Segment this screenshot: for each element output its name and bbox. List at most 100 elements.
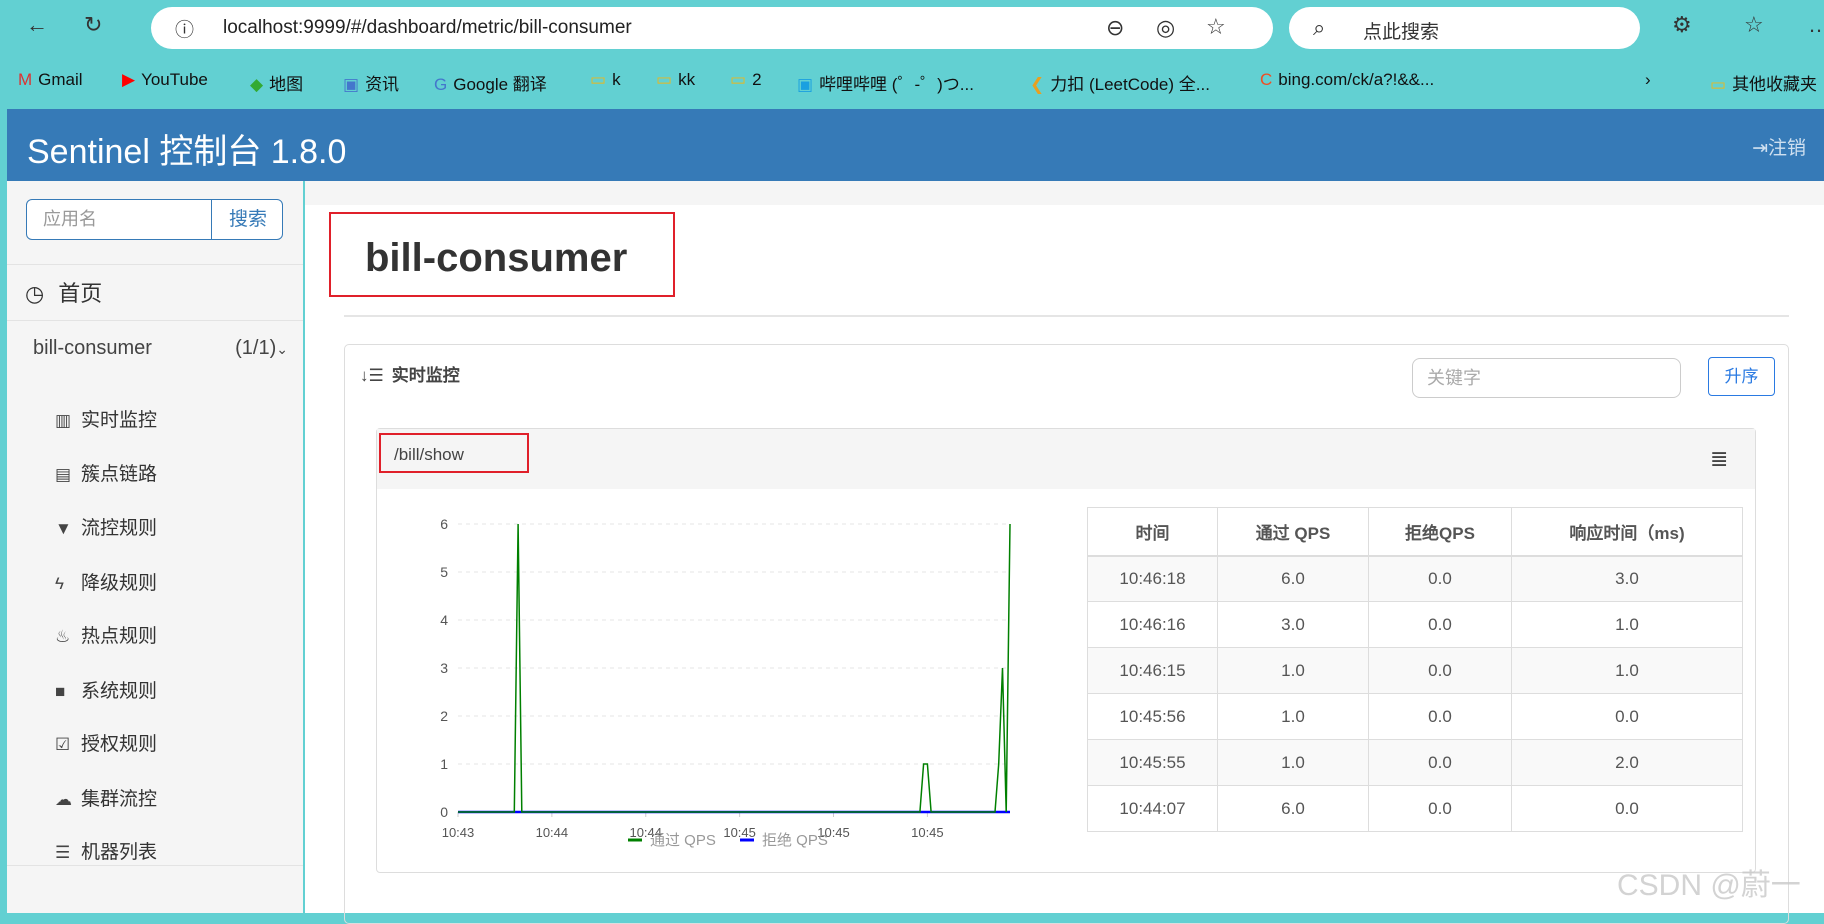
sidebar-item-5[interactable]: ■ 系统规则 [55,676,157,703]
bookmark[interactable]: ▣ 哔哩哔哩 (゜-゜)つ... [797,70,974,95]
sidebar-item-8[interactable]: ☰ 机器列表 [55,837,157,864]
brand-title: Sentinel 控制台 1.8.0 [27,133,347,171]
column-header[interactable]: 通过 QPS [1217,507,1369,557]
app-group-bill-consumer[interactable]: bill-consumer (1/1)⌄ [33,337,288,360]
table-cell: 0.0 [1511,693,1743,740]
y-tick-label: 2 [440,708,448,724]
sidebar-item-4[interactable]: ♨ 热点规则 [55,621,157,648]
bookmark[interactable]: ▭ 2 [730,70,762,90]
y-tick-label: 1 [440,756,448,772]
sidebar: 搜索 ◷首页 bill-consumer(1/1)⌄ ▥实时监控 ▤簇点链路 ▼流控… [7,181,303,913]
table-row: 10:46:18 6.0 0.0 3.0 [1087,555,1743,602]
table-cell: 0.0 [1368,739,1512,786]
page-title: bill-consumer [365,236,628,280]
extensions-icon[interactable]: ⚙ [1672,12,1692,38]
info-icon[interactable]: ⓘ [175,15,194,42]
table-cell: 1.0 [1511,647,1743,694]
bookmark-other[interactable]: ▭ 其他收藏夹 [1710,70,1817,95]
y-tick-label: 0 [440,804,448,820]
table-row: 10:45:56 1.0 0.0 0.0 [1087,693,1743,740]
bookmark[interactable]: M Gmail [18,70,83,90]
check-icon: ☑ [55,735,71,754]
table-cell: 3.0 [1217,601,1369,648]
table-cell: 10:44:07 [1087,785,1218,832]
x-tick-label: 10:45 [723,825,756,840]
table-cell: 10:46:15 [1087,647,1218,694]
table-cell: 0.0 [1368,647,1512,694]
app-search-button[interactable]: 搜索 [211,200,282,239]
table-cell: 6.0 [1217,785,1369,832]
sidebar-item-3[interactable]: ϟ 降级规则 [55,568,157,595]
x-tick-label: 10:44 [536,825,569,840]
edge-icon[interactable]: ◎ [1156,15,1175,41]
search-placeholder: 点此搜索 [1363,22,1440,43]
metrics-table: 时间 通过 QPS 拒绝QPS 响应时间（ms) 10:46:18 6.0 0.0 3.0 1… [1087,507,1743,832]
table-cell: 0.0 [1511,785,1743,832]
qps-chart: 012345610:43 10:44 10:44 10:45 10:45 10:45通过 … [440,516,1011,849]
list-alt-icon: ▤ [55,465,72,484]
y-tick-label: 3 [440,660,448,676]
bookmark[interactable]: ▣ 资讯 [343,70,399,95]
table-cell: 1.0 [1217,647,1369,694]
keyword-input[interactable] [1412,358,1681,398]
address-bar[interactable]: ⓘ localhost:9999/#/dashboard/metric/bill… [151,7,1273,49]
table-cell: 10:45:56 [1087,693,1218,740]
bookmark[interactable]: ◆ 地图 [250,70,303,95]
resource-card-header [377,429,1755,489]
y-tick-label: 5 [440,564,448,580]
y-tick-label: 4 [440,612,448,628]
favorites-icon[interactable]: ☆ [1744,12,1764,38]
flash-icon: ϟ [55,574,64,593]
bookmark[interactable]: Cbing.com/ck/a?!&&... [1260,70,1434,90]
fire-icon: ♨ [55,627,71,646]
table-cell: 3.0 [1511,555,1743,602]
sort-asc-button[interactable]: 升序 [1708,357,1775,396]
lock-icon: ■ [55,682,66,701]
search-icon: ⌕ [1313,15,1326,40]
more-icon[interactable]: … [1808,12,1824,38]
sidebar-item-7[interactable]: ☁ 集群流控 [55,784,157,811]
table-cell: 1.0 [1217,693,1369,740]
table-row: 10:46:16 3.0 0.0 1.0 [1087,601,1743,648]
table-cell: 0.0 [1368,555,1512,602]
bookmark[interactable]: ▶ YouTube [122,70,208,90]
app-search-input[interactable] [27,200,211,239]
menu-icon[interactable]: ≣ [1710,446,1728,472]
table-row: 10:46:15 1.0 0.0 1.0 [1087,647,1743,694]
sidebar-item-2[interactable]: ▼ 流控规则 [55,513,157,540]
bookmark[interactable]: ▭ k [590,70,621,90]
sidebar-item-1[interactable]: ▤ 簇点链路 [55,459,157,486]
cloud-icon: ☁ [55,790,72,809]
sidebar-item-6[interactable]: ☑ 授权规则 [55,729,157,756]
browser-search[interactable]: ⌕ 点此搜索 [1289,7,1640,49]
url-text: localhost:9999/#/dashboard/metric/bill-c… [223,17,632,38]
sidebar-item-home[interactable]: ◷ 首页 [25,276,102,308]
sidebar-item-0[interactable]: ▥ 实时监控 [55,405,157,432]
legend-label: 通过 QPS [650,832,716,849]
column-header[interactable]: 响应时间（ms) [1511,507,1743,557]
table-cell: 10:46:18 [1087,555,1218,602]
table-cell: 10:45:55 [1087,739,1218,786]
logout-link[interactable]: ⇥注销 [1752,133,1806,160]
resource-name: /bill/show [394,445,464,464]
bookmark[interactable]: ▭ kk [656,70,695,90]
table-cell: 2.0 [1511,739,1743,786]
chevron-right-icon[interactable]: › [1645,70,1651,90]
star-icon[interactable]: ☆ [1206,14,1226,40]
dashboard-icon: ◷ [25,281,45,306]
table-row: 10:45:55 1.0 0.0 2.0 [1087,739,1743,786]
logout-icon: ⇥ [1752,138,1768,159]
column-header[interactable]: 拒绝QPS [1368,507,1512,557]
back-icon[interactable]: ← [26,12,48,38]
bookmark[interactable]: G Google 翻译 [434,70,547,95]
legend-label: 拒绝 QPS [762,832,828,849]
column-header[interactable]: 时间 [1087,507,1218,557]
table-cell: 1.0 [1511,601,1743,648]
table-cell: 6.0 [1217,555,1369,602]
y-tick-label: 6 [440,516,448,532]
table-cell: 0.0 [1368,785,1512,832]
filter-icon: ▼ [55,519,72,538]
refresh-icon[interactable]: ↻ [84,12,102,38]
bookmark[interactable]: ❮ 力扣 (LeetCode) 全... [1030,70,1210,95]
zoom-out-icon[interactable]: ⊖ [1106,15,1124,41]
